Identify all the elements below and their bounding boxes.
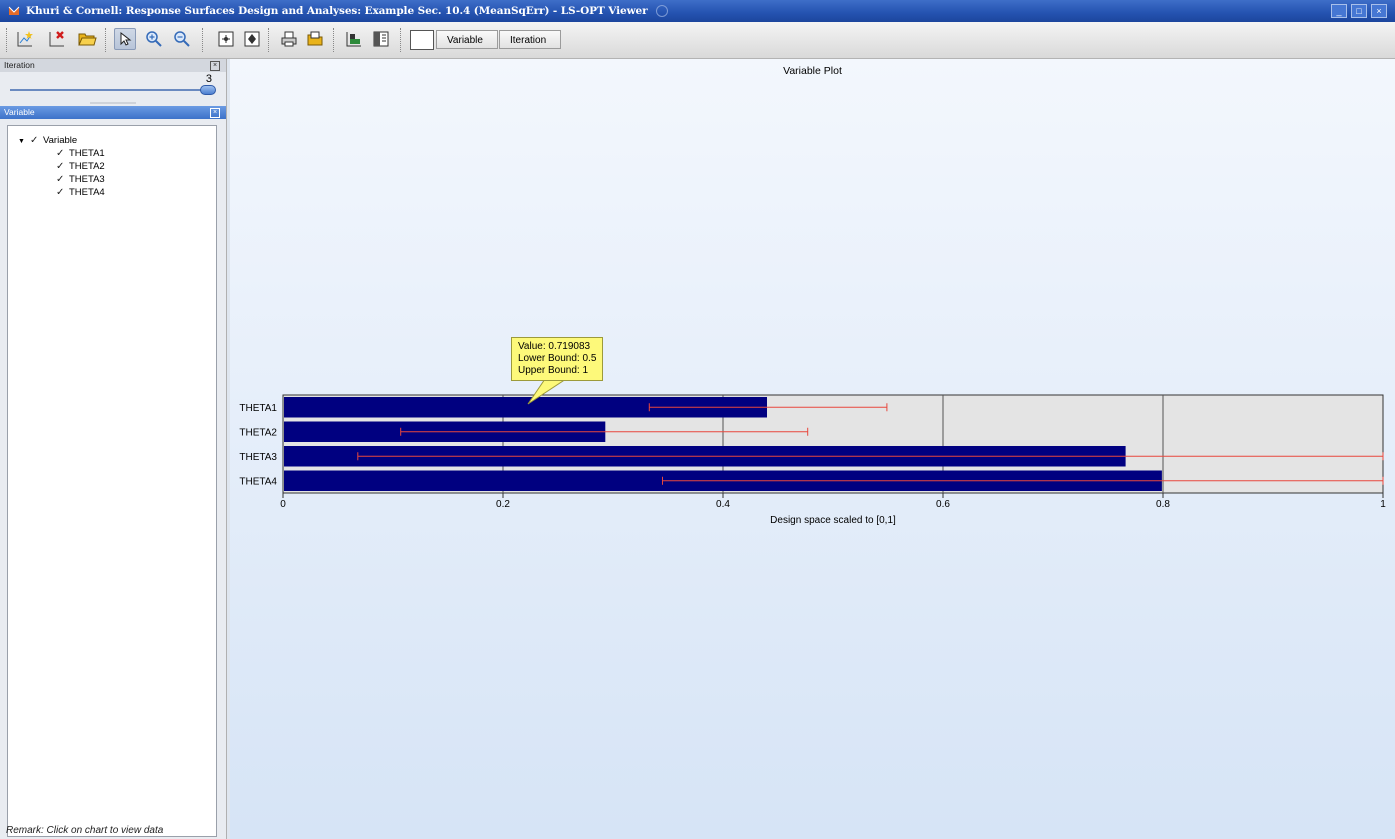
pointer-icon[interactable]	[114, 28, 136, 50]
zoom-out-icon[interactable]	[171, 28, 193, 50]
panel-splitter[interactable]	[90, 102, 136, 104]
tab-iteration[interactable]: Iteration	[499, 30, 561, 49]
close-button[interactable]: ×	[1371, 4, 1387, 18]
x-tick-label: 0.6	[936, 499, 950, 510]
x-tick-label: 0.8	[1156, 499, 1170, 510]
x-tick-label: 1	[1380, 499, 1386, 510]
toolbar: Variable Iteration	[0, 22, 1395, 59]
variable-panel-title: Variable	[4, 107, 35, 117]
tree-root-variable[interactable]: ▼ ✓ Variable	[18, 134, 77, 147]
app-icon	[8, 5, 20, 17]
checkmark-icon[interactable]: ✓	[56, 173, 66, 186]
x-tick-label: 0	[280, 499, 286, 510]
tree-item-theta1[interactable]: ✓ THETA1	[56, 147, 105, 160]
tab-variable[interactable]: Variable	[436, 30, 498, 49]
variable-tree: ▼ ✓ Variable ✓ THETA1 ✓ THETA2 ✓ THETA3 ✓ THET…	[7, 125, 217, 837]
tooltip-upper-bound: Upper Bound: 1	[518, 365, 589, 376]
color-swatch[interactable]	[410, 30, 434, 50]
tree-item-theta2[interactable]: ✓ THETA2	[56, 160, 105, 173]
x-tick-label: 0.2	[496, 499, 510, 510]
new-plot-icon[interactable]	[14, 28, 36, 50]
iteration-slider-track[interactable]	[10, 89, 210, 91]
tree-item-label: THETA3	[69, 174, 105, 185]
iteration-panel-header: Iteration ×	[0, 59, 226, 72]
iteration-panel-close-icon[interactable]: ×	[210, 61, 220, 71]
toolbar-separator	[202, 28, 205, 52]
tree-root-label: Variable	[43, 135, 78, 146]
y-tick-label: THETA2	[239, 427, 277, 438]
tree-item-theta4[interactable]: ✓ THETA4	[56, 186, 105, 199]
plot-area[interactable]: Variable Plot 0 0.2 0.4 0.6 0.8 1 Design space…	[230, 59, 1395, 839]
export-icon[interactable]	[304, 28, 326, 50]
tree-item-label: THETA2	[69, 161, 105, 172]
open-folder-icon[interactable]	[76, 28, 98, 50]
delete-plot-icon[interactable]	[46, 28, 68, 50]
title-bar: Khuri & Cornell: Response Surfaces Desig…	[0, 0, 1395, 22]
window-title: Khuri & Cornell: Response Surfaces Desig…	[26, 5, 648, 17]
move-down-icon[interactable]	[241, 28, 263, 50]
print-icon[interactable]	[278, 28, 300, 50]
x-tick-label: 0.4	[716, 499, 730, 510]
pin-icon[interactable]	[655, 5, 668, 17]
y-tick-label: THETA4	[239, 476, 277, 487]
checkmark-icon[interactable]: ✓	[56, 147, 66, 160]
iteration-panel-title: Iteration	[4, 60, 35, 70]
iteration-value: 3	[205, 73, 212, 85]
chevron-down-icon[interactable]: ▼	[18, 135, 30, 148]
toolbar-grip	[6, 28, 9, 52]
variable-panel-header: Variable ×	[0, 106, 226, 119]
tree-item-label: THETA4	[69, 187, 105, 198]
move-up-icon[interactable]	[215, 28, 237, 50]
zoom-in-icon[interactable]	[143, 28, 165, 50]
layout-icon[interactable]	[370, 28, 392, 50]
iteration-slider-thumb[interactable]	[200, 85, 216, 95]
tree-item-label: THETA1	[69, 148, 105, 159]
y-tick-label: THETA3	[239, 452, 277, 463]
toolbar-separator	[105, 28, 108, 52]
tooltip-lower-bound: Lower Bound: 0.5	[518, 353, 597, 364]
checkmark-icon[interactable]: ✓	[30, 134, 40, 147]
tooltip-value: Value: 0.719083	[518, 341, 591, 352]
tree-item-theta3[interactable]: ✓ THETA3	[56, 173, 105, 186]
toolbar-separator	[333, 28, 336, 52]
left-panel: Iteration × 3 Variable × ▼ ✓ Variable ✓ THE…	[0, 59, 227, 839]
checkmark-icon[interactable]: ✓	[56, 160, 66, 173]
toolbar-separator	[268, 28, 271, 52]
x-axis-label: Design space scaled to [0,1]	[770, 515, 896, 526]
toolbar-separator	[400, 28, 403, 52]
y-tick-label: THETA1	[239, 403, 277, 414]
palette-icon[interactable]	[343, 28, 365, 50]
variable-panel-close-icon[interactable]: ×	[210, 108, 220, 118]
variable-bar-chart[interactable]: 0 0.2 0.4 0.6 0.8 1 Design space scaled to [0,…	[230, 59, 1395, 839]
checkmark-icon[interactable]: ✓	[56, 186, 66, 199]
minimize-button[interactable]: _	[1331, 4, 1347, 18]
maximize-button[interactable]: □	[1351, 4, 1367, 18]
remark-text: Remark: Click on chart to view data	[6, 825, 164, 836]
data-tooltip: Value: 0.719083 Lower Bound: 0.5 Upper B…	[511, 337, 604, 381]
